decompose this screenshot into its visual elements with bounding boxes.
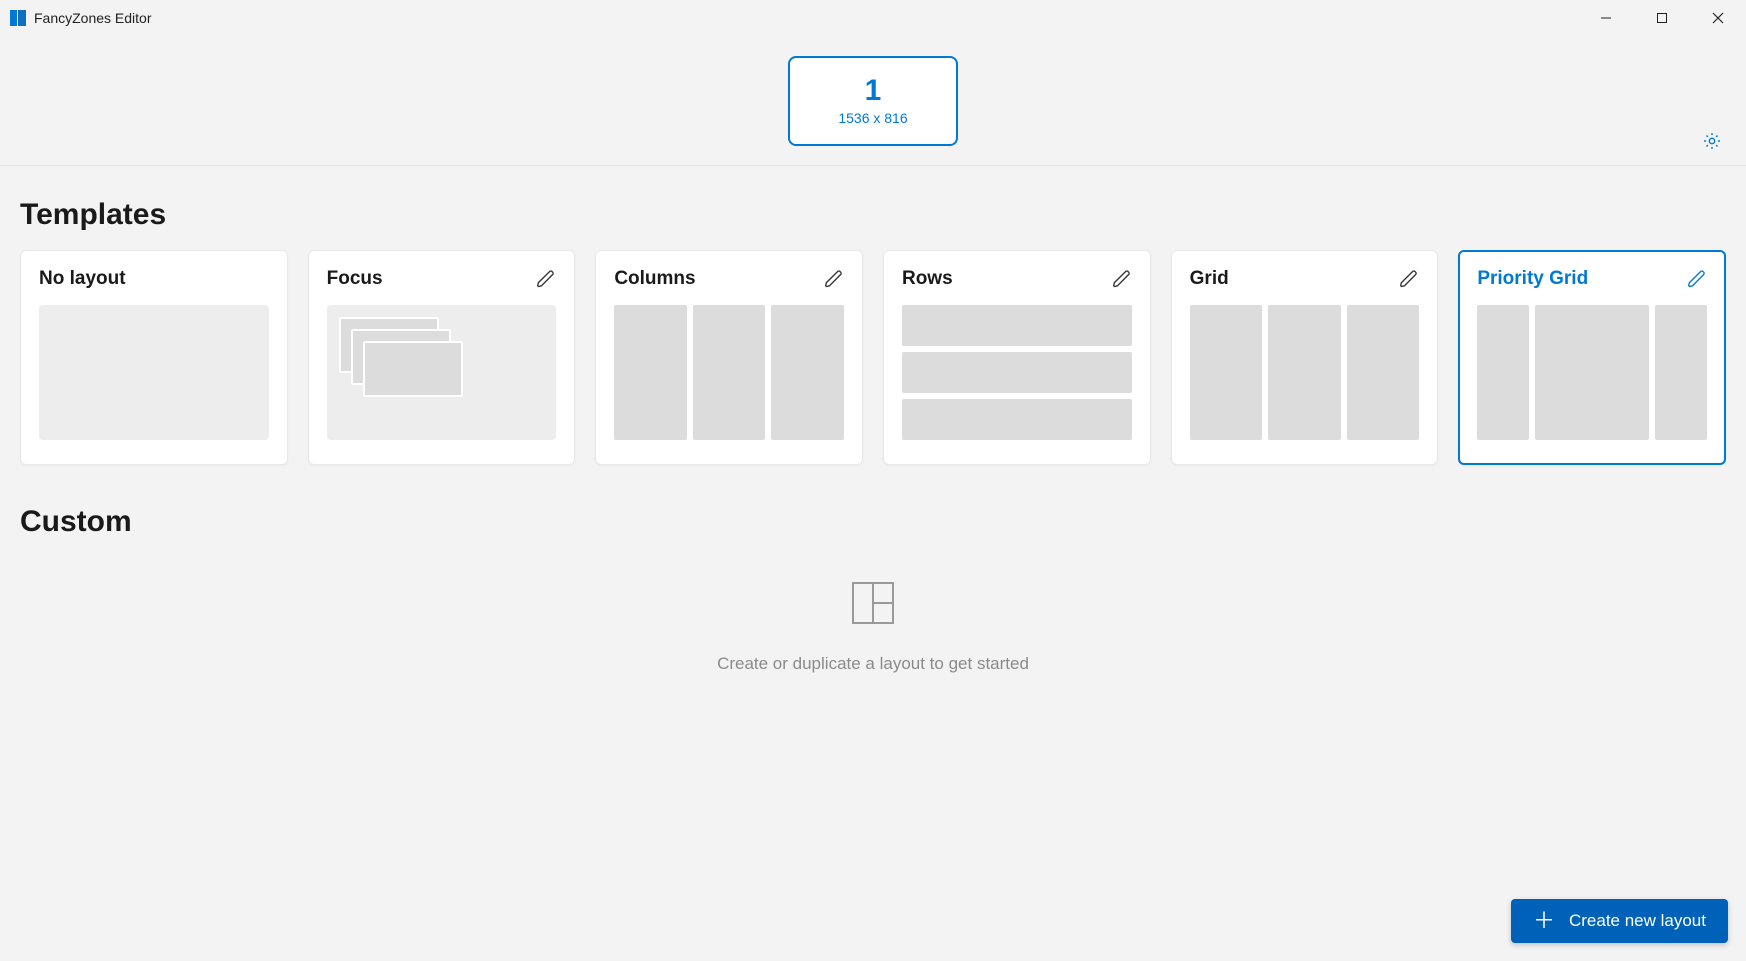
custom-empty-message: Create or duplicate a layout to get star…	[717, 654, 1029, 674]
close-button[interactable]	[1690, 0, 1746, 36]
custom-heading: Custom	[20, 505, 1726, 539]
monitor-card[interactable]: 1 1536 x 816	[788, 56, 958, 146]
pencil-icon[interactable]	[824, 269, 844, 289]
settings-button[interactable]	[1698, 127, 1726, 155]
template-preview	[614, 305, 844, 444]
templates-grid: No layout Focus	[20, 250, 1726, 465]
template-title: No layout	[39, 268, 126, 290]
template-title: Focus	[327, 268, 383, 290]
templates-heading: Templates	[20, 198, 1726, 232]
plus-icon: ＋	[1533, 910, 1555, 932]
window-controls	[1578, 0, 1746, 36]
template-preview	[1477, 305, 1707, 444]
monitor-index: 1	[865, 76, 882, 106]
template-title: Grid	[1190, 268, 1229, 290]
template-preview	[327, 305, 557, 444]
window-title: FancyZones Editor	[34, 10, 152, 26]
create-new-layout-button[interactable]: ＋ Create new layout	[1511, 899, 1728, 943]
content: Templates No layout Focus	[0, 166, 1746, 674]
template-focus[interactable]: Focus	[308, 250, 576, 465]
template-title: Columns	[614, 268, 695, 290]
template-grid[interactable]: Grid	[1171, 250, 1439, 465]
template-priority-grid[interactable]: Priority Grid	[1458, 250, 1726, 465]
pencil-icon[interactable]	[1399, 269, 1419, 289]
monitor-header: 1 1536 x 816	[0, 36, 1746, 166]
pencil-icon[interactable]	[1687, 269, 1707, 289]
titlebar: FancyZones Editor	[0, 0, 1746, 36]
app-icon	[10, 10, 26, 26]
create-new-layout-label: Create new layout	[1569, 911, 1706, 931]
template-preview	[1190, 305, 1420, 444]
minimize-button[interactable]	[1578, 0, 1634, 36]
custom-empty-state: Create or duplicate a layout to get star…	[20, 579, 1726, 674]
template-preview	[902, 305, 1132, 444]
template-no-layout[interactable]: No layout	[20, 250, 288, 465]
monitor-resolution: 1536 x 816	[838, 110, 907, 126]
maximize-button[interactable]	[1634, 0, 1690, 36]
layout-icon	[849, 579, 897, 632]
template-preview	[39, 305, 269, 444]
pencil-icon[interactable]	[536, 269, 556, 289]
template-rows[interactable]: Rows	[883, 250, 1151, 465]
template-title: Rows	[902, 268, 953, 290]
template-columns[interactable]: Columns	[595, 250, 863, 465]
pencil-icon[interactable]	[1112, 269, 1132, 289]
template-title: Priority Grid	[1477, 268, 1588, 290]
